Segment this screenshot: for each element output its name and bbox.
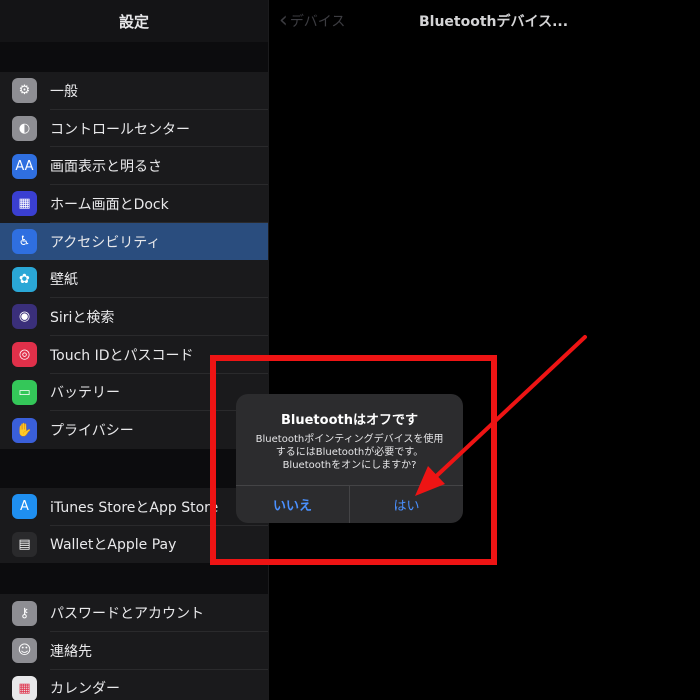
settings-sidebar: 設定 ⚙ 一般 ◐ コントロールセンター AA 画面表示と明るさ ▦ ホーム画面とDock ♿ ア… <box>0 0 269 700</box>
sidebar-item-label: 画面表示と明るさ <box>50 159 162 176</box>
sidebar-item-label: パスワードとアカウント <box>50 606 204 623</box>
battery-icon: ▭ <box>12 379 37 405</box>
back-button[interactable]: ‹ デバイス <box>279 0 345 42</box>
contacts-icon: ☺ <box>12 638 37 664</box>
highlight-box <box>210 355 497 565</box>
settings-group-3: ⚷ パスワードとアカウント ☺ 連絡先 ▦ カレンダー <box>0 594 268 700</box>
sidebar-item[interactable]: ▦ ホーム画面とDock <box>0 185 268 223</box>
wallpaper-icon: ✿ <box>12 266 37 292</box>
toggles-icon: ◐ <box>12 116 37 142</box>
home-grid-icon: ▦ <box>12 191 37 217</box>
hand-icon: ✋ <box>12 417 37 443</box>
sidebar-item-label: バッテリー <box>50 385 120 402</box>
sidebar-item-label: アクセシビリティ <box>50 234 161 251</box>
fingerprint-icon: ◎ <box>12 342 37 368</box>
sidebar-item-label: Siriと検索 <box>50 309 115 326</box>
sidebar-item-label: iTunes StoreとApp Store <box>50 499 219 516</box>
sidebar-item[interactable]: ◐ コントロールセンター <box>0 110 268 148</box>
sidebar-item-label: プライバシー <box>50 423 134 440</box>
sidebar-item-label: Touch IDとパスコード <box>50 347 194 364</box>
calendar-icon: ▦ <box>12 675 37 700</box>
detail-pane: ‹ デバイス Bluetoothデバイス... <box>269 0 700 700</box>
sidebar-item-label: 壁紙 <box>50 272 78 289</box>
chevron-left-icon: ‹ <box>279 8 288 33</box>
sidebar-item[interactable]: ♿ アクセシビリティ <box>0 222 268 261</box>
sidebar-item[interactable]: AA 画面表示と明るさ <box>0 147 268 186</box>
key-icon: ⚷ <box>12 600 37 626</box>
sidebar-item-label: コントロールセンター <box>50 121 190 138</box>
sidebar-item-label: ホーム画面とDock <box>50 196 169 213</box>
sidebar-item-label: WalletとApple Pay <box>50 537 177 554</box>
app-store-icon: A <box>12 494 37 520</box>
sidebar-item[interactable]: ⚷ パスワードとアカウント <box>0 594 268 632</box>
siri-icon: ◉ <box>12 304 37 330</box>
sidebar-item[interactable]: ⚙ 一般 <box>0 72 268 110</box>
detail-navbar: ‹ デバイス Bluetoothデバイス... <box>269 0 700 42</box>
accessibility-icon: ♿ <box>12 229 37 255</box>
sidebar-item[interactable]: ▦ カレンダー <box>0 670 268 700</box>
gear-icon: ⚙ <box>12 78 37 104</box>
sidebar-item[interactable]: ☺ 連絡先 <box>0 632 268 670</box>
back-label: デバイス <box>289 14 346 30</box>
sidebar-item-label: カレンダー <box>50 681 120 698</box>
sidebar-item[interactable]: ✿ 壁紙 <box>0 260 268 299</box>
wallet-icon: ▤ <box>12 531 37 557</box>
text-size-icon: AA <box>12 153 37 179</box>
sidebar-item-label: 一般 <box>50 83 78 100</box>
sidebar-item-label: 連絡先 <box>50 643 92 660</box>
sidebar-title: 設定 <box>0 0 268 42</box>
sidebar-item[interactable]: ◉ Siriと検索 <box>0 298 268 336</box>
page-title: Bluetoothデバイス... <box>419 14 569 30</box>
